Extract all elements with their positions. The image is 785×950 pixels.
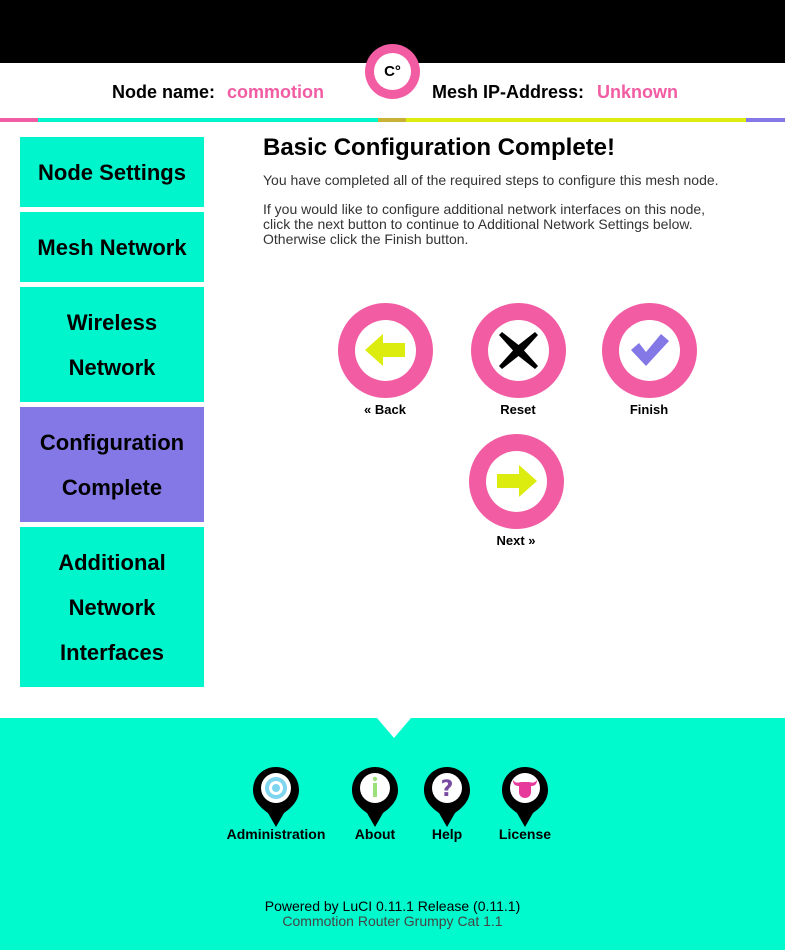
arrow-left-icon <box>365 334 405 366</box>
next-instructions-line-3: Otherwise click the Finish button. <box>263 231 469 247</box>
back-label[interactable]: « Back <box>330 402 440 417</box>
commotion-logo[interactable]: C° <box>365 44 420 99</box>
sidebar-item-mesh-network[interactable]: Mesh Network <box>20 212 204 282</box>
header-stripe-gold <box>378 118 406 122</box>
sidebar-item-label: Additional Network Interfaces <box>58 549 166 665</box>
firmware-version-text: Commotion Router Grumpy Cat 1.1 <box>282 913 503 929</box>
sidebar-item-label: Node Settings <box>38 159 186 185</box>
completion-message: You have completed all of the required s… <box>263 172 719 188</box>
sidebar-item-label: Wireless Network <box>66 309 158 380</box>
logo-text: C° <box>374 53 411 90</box>
info-icon[interactable] <box>351 766 399 828</box>
reset-button[interactable] <box>471 303 566 398</box>
footer-link-help[interactable]: Help <box>417 826 477 842</box>
bull-icon[interactable] <box>501 766 549 828</box>
mesh-ip-label: Mesh IP-Address: <box>432 82 585 102</box>
next-label[interactable]: Next » <box>461 533 571 548</box>
header-stripe-purple <box>746 118 785 122</box>
node-name-value: commotion <box>227 82 324 102</box>
header-stripe-yellow <box>406 118 746 122</box>
target-icon[interactable] <box>252 766 300 828</box>
sidebar-item-label: Configuration Complete <box>39 429 185 500</box>
node-name-label: Node name: <box>112 82 216 102</box>
sidebar-item-node-settings[interactable]: Node Settings <box>20 137 204 207</box>
question-icon[interactable]: ? <box>423 766 471 828</box>
sidebar-item-label: Mesh Network <box>37 234 187 260</box>
next-instructions-line-1: If you would like to configure additiona… <box>263 201 706 217</box>
finish-label[interactable]: Finish <box>594 402 704 417</box>
arrow-right-icon <box>497 465 537 497</box>
header-stripe-teal <box>38 118 406 122</box>
footer-notch <box>377 718 411 738</box>
page-title: Basic Configuration Complete! <box>263 134 616 161</box>
mesh-ip-value: Unknown <box>597 82 678 102</box>
footer-link-license[interactable]: License <box>490 826 560 842</box>
checkmark-icon <box>631 334 669 366</box>
powered-by-text: Powered by LuCI 0.11.1 Release (0.11.1) <box>264 898 521 914</box>
back-button[interactable] <box>338 303 433 398</box>
close-icon <box>499 332 538 369</box>
sidebar-item-wireless-network[interactable]: Wireless Network <box>20 287 204 402</box>
footer-link-administration[interactable]: Administration <box>220 826 332 842</box>
footer-link-about[interactable]: About <box>345 826 405 842</box>
reset-label[interactable]: Reset <box>463 402 573 417</box>
svg-text:?: ? <box>441 777 454 802</box>
header-stripe-pink <box>0 118 38 122</box>
sidebar-item-configuration-complete[interactable]: Configuration Complete <box>20 407 204 522</box>
next-instructions-line-2: click the next button to continue to Add… <box>263 216 693 232</box>
finish-button[interactable] <box>602 303 697 398</box>
sidebar-item-additional-network-interfaces[interactable]: Additional Network Interfaces <box>20 527 204 687</box>
next-button[interactable] <box>469 434 564 529</box>
